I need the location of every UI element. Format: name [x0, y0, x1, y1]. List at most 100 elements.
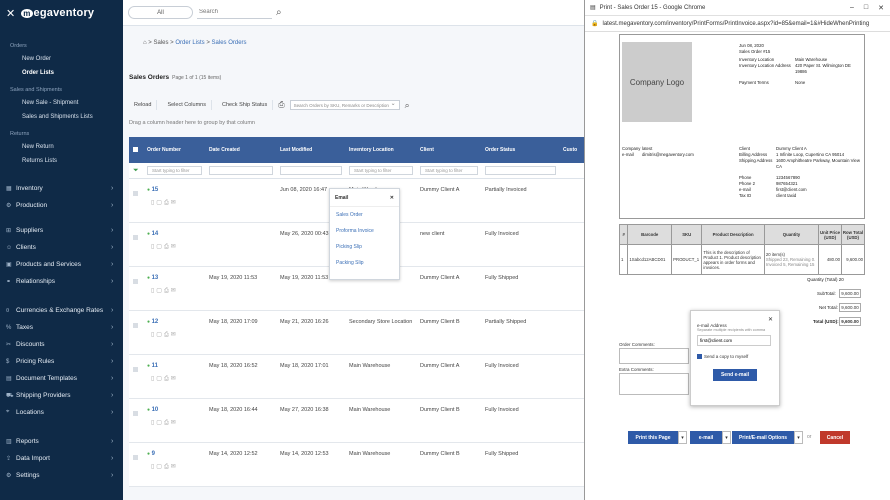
row-action-icons[interactable]: ▯▢⎙✉	[147, 243, 205, 251]
print-page-button[interactable]: Print this Page	[628, 431, 678, 444]
extra-comments-box[interactable]	[619, 373, 689, 395]
home-icon[interactable]: ⌂	[143, 40, 147, 46]
sidebar-item-import[interactable]: ⇪ Data Import ›	[0, 450, 123, 467]
row-action-icons[interactable]: ▯▢⎙✉	[147, 375, 205, 383]
table-row[interactable]: ● 9 ▯▢⎙✉ May 14, 2020 12:52 May 14, 2020 12…	[129, 443, 585, 487]
email-sales-order-link[interactable]: Sales Order	[330, 207, 399, 223]
breadcrumb-sales[interactable]: Sales	[153, 40, 168, 46]
col-order-status[interactable]: Order Status	[481, 147, 559, 153]
col-last-modified[interactable]: Last Modified	[276, 147, 345, 153]
order-number-link[interactable]: 15	[152, 187, 159, 193]
sidebar-item-relationships[interactable]: ⚭ Relationships ›	[0, 273, 123, 290]
order-number-link[interactable]: 10	[152, 407, 159, 413]
row-action-icons[interactable]: ▯▢⎙✉	[147, 331, 205, 339]
breadcrumb-sales-orders[interactable]: Sales Orders	[212, 40, 247, 46]
cancel-button[interactable]: Cancel	[820, 431, 850, 444]
col-order-number[interactable]: Order Number	[143, 147, 205, 153]
sidebar-item-products[interactable]: ▣ Products and Services ›	[0, 256, 123, 273]
col-customer[interactable]: Custo	[559, 147, 585, 153]
filter-icon[interactable]: ⏷	[129, 167, 143, 175]
order-number-link[interactable]: 13	[152, 275, 159, 281]
close-icon[interactable]: ✕	[390, 195, 394, 201]
send-email-button[interactable]: Send e-mail	[713, 369, 757, 381]
send-copy-checkbox[interactable]	[697, 354, 702, 359]
options-dropdown-icon[interactable]: ▾	[794, 431, 803, 444]
sidebar-item-returns-lists[interactable]: Returns Lists	[0, 154, 123, 168]
col-inventory-location[interactable]: Inventory Location	[345, 147, 416, 153]
row-checkbox[interactable]	[129, 187, 143, 198]
maximize-icon[interactable]: □	[864, 4, 868, 12]
reload-button[interactable]: Reload	[129, 100, 158, 110]
row-action-icons[interactable]: ▯▢⎙✉	[147, 287, 205, 295]
col-date-created[interactable]: Date Created	[205, 147, 276, 153]
sidebar-item-taxes[interactable]: % Taxes ›	[0, 319, 123, 336]
close-window-icon[interactable]: ✕	[878, 4, 884, 12]
select-all-dropdown[interactable]: All	[128, 6, 193, 19]
row-action-icons[interactable]: ▯▢⎙✉	[147, 199, 205, 207]
settings-icon: ⚙	[6, 473, 12, 479]
minimize-icon[interactable]: –	[850, 4, 854, 12]
row-checkbox[interactable]	[129, 363, 143, 374]
order-number-link[interactable]: 9	[152, 451, 155, 457]
row-checkbox[interactable]	[129, 231, 143, 242]
grid-search-input[interactable]: Search Orders by SKU, Remarks or Descrip…	[289, 100, 400, 110]
sidebar-item-shipping[interactable]: ⛟ Shipping Providers ›	[0, 387, 123, 404]
row-checkbox[interactable]	[129, 275, 143, 286]
print-email-options-button[interactable]: Print/E-mail Options	[732, 431, 794, 444]
sidebar-item-inventory[interactable]: ▦ Inventory ›	[0, 180, 123, 197]
sidebar-item-discounts[interactable]: ✂ Discounts ›	[0, 336, 123, 353]
sidebar-item-locations[interactable]: ⌖ Locations ›	[0, 404, 123, 421]
breadcrumb-order-lists[interactable]: Order Lists	[175, 40, 204, 46]
search-icon[interactable]: ⌕	[276, 7, 282, 18]
brand-name[interactable]: m egaventory	[21, 7, 94, 19]
filter-order-number[interactable]: Start typing to filter	[147, 166, 202, 175]
select-columns-button[interactable]: Select Columns	[162, 100, 212, 110]
sidebar-item-sales-lists[interactable]: Sales and Shipments Lists	[0, 110, 123, 124]
filter-client[interactable]: Start typing to filter	[420, 166, 478, 175]
email-dropdown-icon[interactable]: ▾	[722, 431, 731, 444]
table-row[interactable]: ● 11 ▯▢⎙✉ May 18, 2020 16:52 May 18, 2020 1…	[129, 355, 585, 399]
row-checkbox[interactable]	[129, 407, 143, 418]
filter-date-created[interactable]	[209, 166, 273, 175]
sidebar-item-clients[interactable]: ☺ Clients ›	[0, 239, 123, 256]
grid-search-icon[interactable]: ⌕	[405, 100, 410, 111]
row-checkbox[interactable]	[129, 319, 143, 330]
sidebar-item-templates[interactable]: ▤ Document Templates ›	[0, 370, 123, 387]
table-row[interactable]: ● 10 ▯▢⎙✉ May 18, 2020 16:44 May 27, 2020 1…	[129, 399, 585, 443]
email-proforma-link[interactable]: Proforma Invoice	[330, 223, 399, 239]
search-input[interactable]	[197, 6, 272, 19]
filter-status[interactable]	[485, 166, 556, 175]
email-button[interactable]: e-mail	[690, 431, 722, 444]
filter-last-modified[interactable]	[280, 166, 342, 175]
sidebar-item-new-order[interactable]: New Order	[0, 52, 123, 66]
sidebar-item-pricing[interactable]: $ Pricing Rules ›	[0, 353, 123, 370]
row-action-icons[interactable]: ▯▢⎙✉	[147, 463, 205, 471]
sidebar-item-production[interactable]: ⚙ Production ›	[0, 197, 123, 214]
table-row[interactable]: ● 12 ▯▢⎙✉ May 18, 2020 17:09 May 21, 2020 1…	[129, 311, 585, 355]
url-bar[interactable]: 🔒 latest.megaventory.com/inventory/Print…	[585, 16, 890, 32]
print-dropdown-icon[interactable]: ▾	[678, 431, 687, 444]
sidebar-item-currencies[interactable]: ¤ Currencies & Exchange Rates ›	[0, 302, 123, 319]
check-ship-status-button[interactable]: Check Ship Status	[217, 100, 274, 110]
header-checkbox[interactable]	[129, 146, 143, 154]
email-packing-slip-link[interactable]: Packing Slip	[330, 255, 399, 271]
print-icon[interactable]: ⎙	[278, 100, 284, 110]
order-comments-box[interactable]	[619, 348, 689, 364]
col-client[interactable]: Client	[416, 147, 481, 153]
row-checkbox[interactable]	[129, 451, 143, 462]
sidebar-item-reports[interactable]: ▥ Reports ›	[0, 433, 123, 450]
order-number-link[interactable]: 11	[152, 363, 158, 369]
sidebar-item-new-return[interactable]: New Return	[0, 140, 123, 154]
email-picking-slip-link[interactable]: Picking Slip	[330, 239, 399, 255]
sidebar-item-settings[interactable]: ⚙ Settings ›	[0, 467, 123, 484]
sidebar-item-suppliers[interactable]: ⊞ Suppliers ›	[0, 222, 123, 239]
order-number-link[interactable]: 12	[152, 319, 159, 325]
close-icon[interactable]: ✕	[697, 316, 773, 323]
row-action-icons[interactable]: ▯▢⎙✉	[147, 419, 205, 427]
order-number-link[interactable]: 14	[152, 231, 159, 237]
sidebar-item-new-sale[interactable]: New Sale - Shipment	[0, 96, 123, 110]
filter-location[interactable]: Start typing to filter	[349, 166, 413, 175]
close-icon[interactable]: ✕	[6, 7, 15, 20]
email-address-input[interactable]	[697, 335, 771, 346]
sidebar-item-order-lists[interactable]: Order Lists	[0, 66, 123, 80]
